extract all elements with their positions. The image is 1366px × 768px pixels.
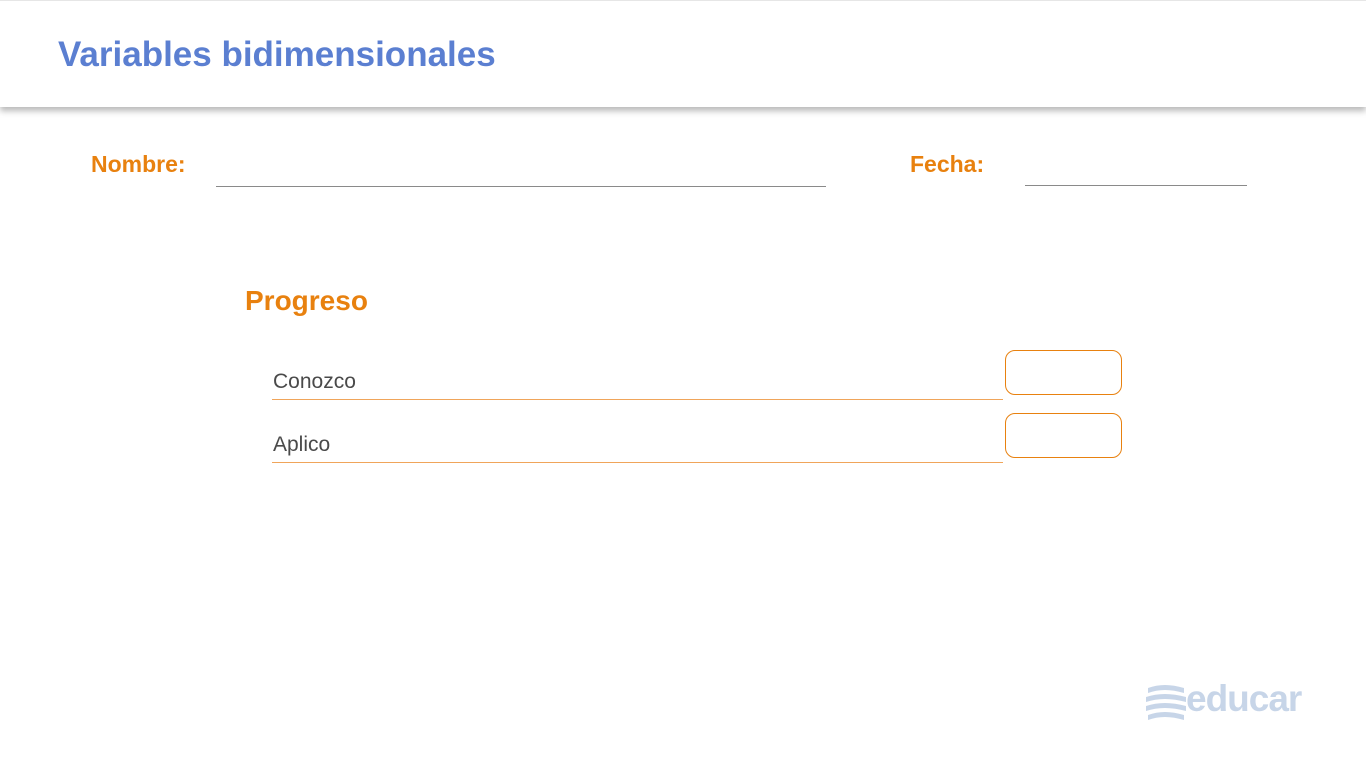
educar-logo: educar [1144, 678, 1314, 724]
progress-score-box[interactable] [1005, 413, 1122, 458]
progress-label: Conozco [273, 370, 356, 393]
progress-score-box[interactable] [1005, 350, 1122, 395]
progress-label: Aplico [273, 433, 331, 456]
progress-title: Progreso [245, 285, 368, 316]
stacked-books-icon [1146, 685, 1186, 720]
date-field-line[interactable] [1025, 185, 1247, 186]
logo-text: educar [1186, 678, 1302, 719]
progress-row-aplico: Aplico [272, 413, 1122, 463]
page-title: Variables bidimensionales [58, 35, 496, 74]
name-label: Nombre: [91, 151, 186, 177]
name-field-line[interactable] [216, 186, 826, 187]
header-bar: Variables bidimensionales [0, 0, 1366, 107]
progress-row-conozco: Conozco [272, 350, 1122, 400]
progress-underline [272, 399, 1003, 400]
worksheet-page: Variables bidimensionales Nombre: Fecha:… [0, 0, 1366, 768]
date-label: Fecha: [910, 151, 985, 177]
progress-underline [272, 462, 1003, 463]
